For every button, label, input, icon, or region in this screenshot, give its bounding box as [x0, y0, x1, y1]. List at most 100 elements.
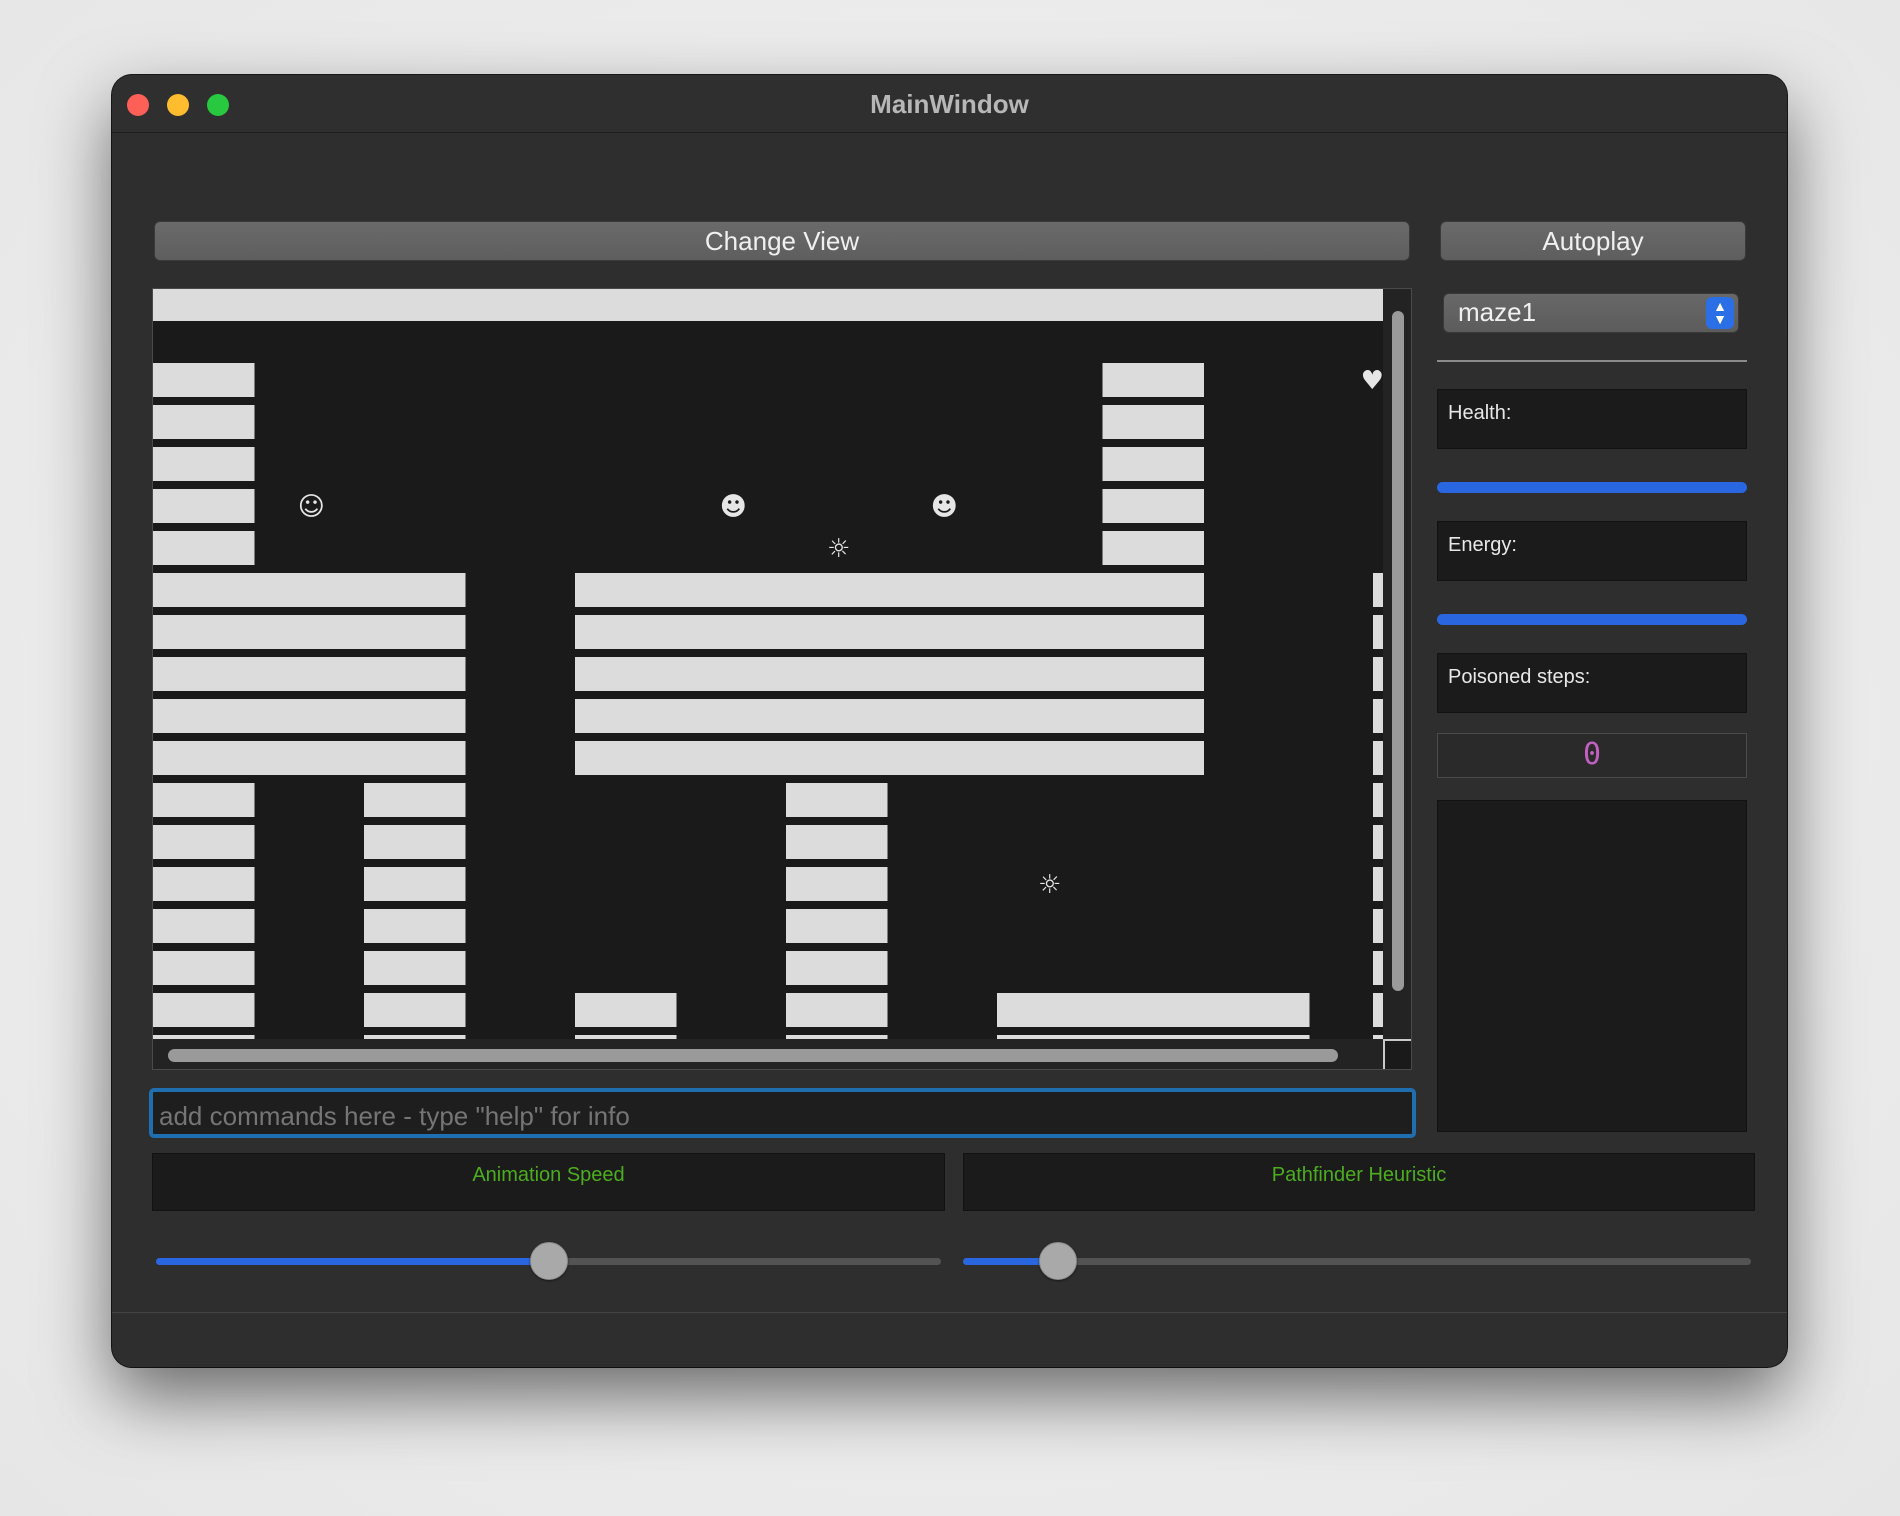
maze-wall-tile [786, 993, 888, 1027]
maze-wall-tile [575, 615, 681, 649]
maze-wall-tile [891, 657, 997, 691]
maze-wall-tile [153, 825, 255, 859]
pathfinder-heuristic-slider-knob[interactable] [1038, 1242, 1077, 1280]
maze-wall-tile [153, 699, 259, 733]
command-input[interactable] [149, 1088, 1416, 1138]
maze-wall-tile [153, 363, 255, 397]
animation-speed-label: Animation Speed [152, 1153, 945, 1211]
scroll-corner [1383, 1039, 1411, 1069]
vertical-scrollbar[interactable] [1383, 289, 1411, 1041]
maze-wall-tile [258, 573, 364, 607]
chevron-up-down-icon: ▲ ▼ [1706, 297, 1734, 329]
pathfinder-heuristic-label: Pathfinder Heuristic [963, 1153, 1755, 1211]
maze-wall-tile [891, 741, 997, 775]
maze-wall-tile [153, 447, 255, 481]
poisoned-steps-label: Poisoned steps: [1437, 653, 1747, 713]
maze-wall-tile [1373, 909, 1383, 943]
maze-wall-tile [364, 615, 466, 649]
maze-wall-tile [997, 993, 1103, 1027]
maze-wall-tile [786, 825, 888, 859]
maze-wall-tile [1373, 741, 1383, 775]
maze-wall-tile [786, 741, 892, 775]
maze-wall-tile [364, 825, 466, 859]
maze-wall-tile [1373, 825, 1383, 859]
maze-wall-tile [1102, 741, 1204, 775]
health-bar [1437, 482, 1747, 493]
maze-wall-tile [1208, 993, 1310, 1027]
maze-wall-tile [1102, 615, 1204, 649]
title-bar[interactable]: MainWindow [112, 75, 1787, 133]
pathfinder-heuristic-slider[interactable] [963, 1242, 1751, 1280]
maze-wall-tile [153, 405, 255, 439]
energy-label: Energy: [1437, 521, 1747, 581]
maze-wall-tile [1373, 867, 1383, 901]
main-window: MainWindow Change View Autoplay ☺ ☻ ☻ ☼ ☼ ♥ A… [112, 75, 1787, 1367]
animation-speed-slider-knob[interactable] [529, 1242, 568, 1280]
maze-wall-tile [1102, 573, 1204, 607]
maze-view[interactable]: ☺ ☻ ☻ ☼ ☼ ♥ [152, 288, 1412, 1070]
maze-wall-tile [364, 993, 466, 1027]
status-bar [112, 1312, 1787, 1367]
poison-enemy-icon: ☼ [1038, 870, 1061, 900]
maze-wall-tile [891, 615, 997, 649]
maze-wall-tile [680, 573, 786, 607]
maze-wall-tile [1373, 615, 1383, 649]
poison-enemy-icon: ☼ [827, 534, 850, 564]
maze-wall-tile [786, 951, 888, 985]
maze-wall-tile [364, 699, 466, 733]
maze-wall-tile [1373, 951, 1383, 985]
protagonist-smiley-icon: ☺ [298, 492, 325, 522]
health-pack-heart-icon: ♥ [1361, 366, 1384, 396]
maze-wall-tile [153, 867, 255, 901]
maze-wall-tile [364, 783, 466, 817]
maze-wall-tile [680, 741, 786, 775]
vertical-scroll-thumb[interactable] [1392, 311, 1404, 991]
maze-wall-tile [153, 741, 259, 775]
maze-wall-tile [153, 657, 259, 691]
maze-wall-tile [575, 573, 681, 607]
maze-wall-tile [575, 741, 681, 775]
horizontal-scroll-thumb[interactable] [168, 1049, 1338, 1062]
maze-wall-tile [1373, 573, 1383, 607]
poisoned-steps-value: 0 [1582, 737, 1602, 772]
maze-wall-tile [364, 867, 466, 901]
log-panel [1437, 800, 1747, 1132]
health-label: Health: [1437, 389, 1747, 449]
enemy-smiley-icon: ☻ [720, 492, 747, 522]
maze-wall-tile [786, 909, 888, 943]
maze-wall-tile [153, 615, 259, 649]
horizontal-scrollbar[interactable] [153, 1039, 1385, 1069]
maze-wall-tile [258, 615, 364, 649]
maze-wall-tile [1102, 699, 1204, 733]
maze-wall-tile [258, 741, 364, 775]
maze-wall-tile [1102, 405, 1204, 439]
maze-wall-tile [891, 699, 997, 733]
autoplay-button[interactable]: Autoplay [1440, 221, 1746, 261]
maze-wall-tile [364, 657, 466, 691]
maze-wall-tile [153, 489, 255, 523]
energy-bar [1437, 614, 1747, 625]
maze-grid: ☺ ☻ ☻ ☼ ☼ ♥ [153, 289, 1385, 1041]
change-view-button[interactable]: Change View [154, 221, 1410, 261]
maze-wall-tile [575, 657, 681, 691]
maze-wall-tile [1373, 993, 1383, 1027]
maze-wall-tile [364, 741, 466, 775]
maze-wall-tile [258, 657, 364, 691]
maze-wall-tile [153, 993, 255, 1027]
maze-wall-tile [153, 783, 255, 817]
maze-wall-tile [786, 699, 892, 733]
maze-wall-tile [153, 531, 255, 565]
maze-wall-tile [997, 573, 1103, 607]
maze-select[interactable]: maze1 ▲ ▼ [1443, 293, 1739, 333]
maze-wall-tile [1373, 657, 1383, 691]
maze-wall-tile [1102, 993, 1208, 1027]
maze-wall-tile [786, 783, 888, 817]
animation-speed-slider[interactable] [156, 1242, 941, 1280]
maze-wall-tile [786, 615, 892, 649]
maze-wall-tile [153, 573, 259, 607]
maze-wall-tile [1102, 489, 1204, 523]
maze-wall-tile [997, 699, 1103, 733]
enemy-smiley-icon: ☻ [931, 492, 958, 522]
maze-wall-tile [153, 909, 255, 943]
maze-wall-tile [258, 699, 364, 733]
